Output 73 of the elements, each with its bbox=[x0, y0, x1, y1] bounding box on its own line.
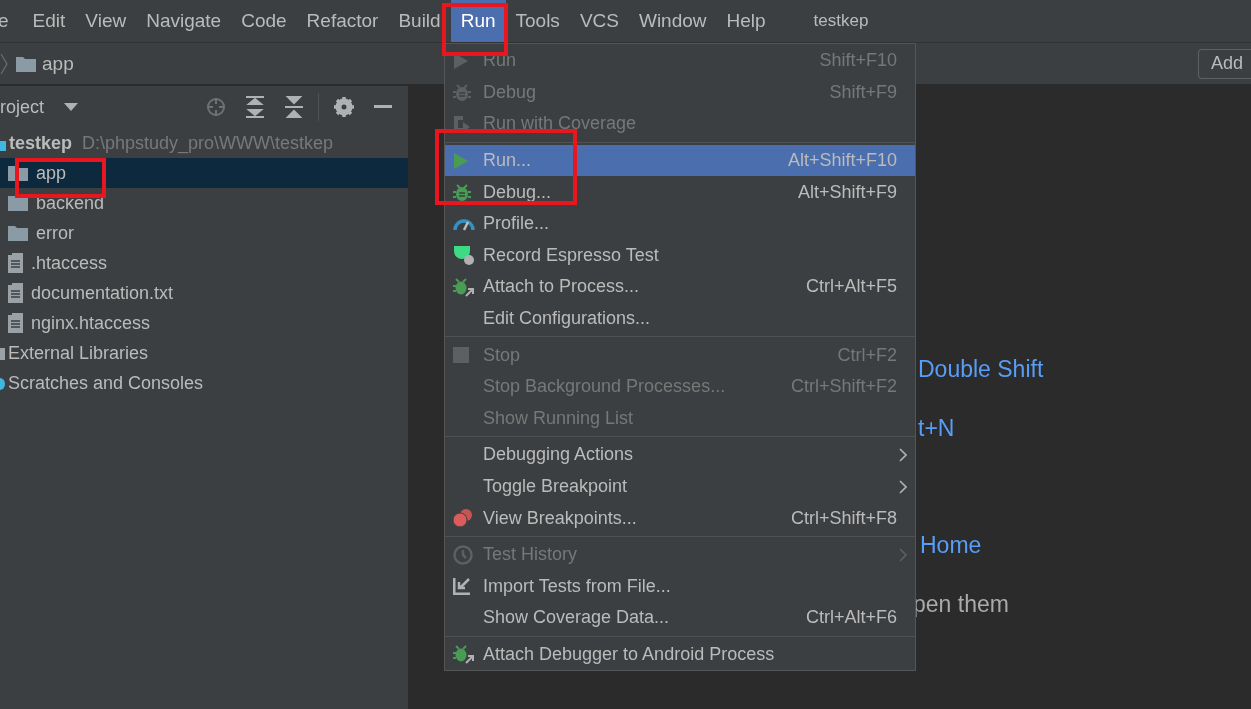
folder-icon bbox=[16, 55, 36, 72]
tree-item[interactable]: testkep D:\phpstudy_pro\WWW\testkep bbox=[0, 128, 408, 158]
menu-item[interactable]: Help bbox=[716, 0, 776, 42]
annotation-frame bbox=[442, 3, 508, 56]
folder-icon bbox=[8, 225, 28, 241]
shortcut-label: Ctrl+F2 bbox=[837, 344, 897, 366]
breadcrumb[interactable]: app bbox=[42, 52, 74, 75]
menu-entry[interactable]: Attach Debugger to Android Process bbox=[445, 638, 915, 671]
cup-icon bbox=[453, 245, 475, 266]
shortcut-label: Ctrl+Shift+F2 bbox=[790, 376, 897, 398]
menu-entry[interactable]: Profile... bbox=[445, 207, 915, 240]
expand-all-icon[interactable] bbox=[245, 96, 265, 118]
shortcut-hint: Double Shift bbox=[918, 355, 1044, 384]
chevron-icon bbox=[0, 52, 8, 75]
tree-item[interactable]: External Libraries bbox=[0, 338, 408, 368]
menu-entry[interactable]: Edit Configurations... bbox=[445, 302, 915, 335]
menu-item[interactable]: Window bbox=[628, 0, 717, 42]
tree-item[interactable]: nginx.htaccess bbox=[0, 308, 408, 338]
scratch-icon bbox=[0, 376, 5, 390]
menu-item[interactable]: Edit bbox=[22, 0, 76, 42]
menu-entry[interactable]: Debugging Actions bbox=[445, 439, 915, 471]
shortcut-label: Alt+Shift+F9 bbox=[797, 181, 897, 203]
shortcut-hint: t+N bbox=[918, 414, 955, 443]
tree-item[interactable]: Scratches and Consoles bbox=[0, 368, 408, 398]
shortcut-label: Ctrl+Alt+F6 bbox=[805, 607, 897, 629]
clock-icon bbox=[453, 544, 473, 565]
tree-item[interactable]: .htaccess bbox=[0, 248, 408, 278]
stop-icon bbox=[453, 347, 469, 364]
menu-entry[interactable]: Toggle Breakpoint bbox=[445, 470, 915, 503]
file-icon bbox=[8, 313, 23, 333]
bug-arrow-icon bbox=[453, 644, 475, 665]
shortcut-label: Ctrl+Shift+F8 bbox=[790, 507, 897, 529]
shortcut-label: Shift+F9 bbox=[829, 81, 897, 103]
menu-entry[interactable]: Show Coverage Data... Ctrl+Alt+F6 bbox=[445, 602, 915, 634]
dropdown-icon[interactable] bbox=[64, 103, 78, 111]
settings-icon[interactable] bbox=[334, 97, 354, 117]
bug-arrow-icon bbox=[453, 276, 475, 297]
menu-item[interactable]: View bbox=[75, 0, 137, 42]
menu-item[interactable]: Refactor bbox=[296, 0, 389, 42]
collapse-all-icon[interactable] bbox=[284, 96, 304, 118]
library-icon bbox=[0, 346, 5, 360]
menu-item[interactable]: Tools bbox=[505, 0, 570, 42]
folder-icon bbox=[8, 195, 28, 211]
menu-entry[interactable]: View Breakpoints... Ctrl+Shift+F8 bbox=[445, 502, 915, 534]
window-title: testkep bbox=[813, 10, 869, 32]
gauge-icon bbox=[453, 216, 475, 231]
bug-icon bbox=[453, 182, 471, 203]
tree-item[interactable]: error bbox=[0, 218, 408, 248]
tree-item[interactable]: documentation.txt bbox=[0, 278, 408, 308]
tree-item[interactable]: app bbox=[0, 158, 408, 188]
menu-item[interactable]: Navigate bbox=[136, 0, 232, 42]
file-icon bbox=[8, 253, 23, 273]
tree-item[interactable]: backend bbox=[0, 188, 408, 218]
menu-entry[interactable]: Debug... Alt+Shift+F9 bbox=[445, 176, 915, 208]
menu-entry[interactable]: Import Tests from File... bbox=[445, 570, 915, 603]
minimize-icon[interactable] bbox=[374, 105, 392, 109]
shortcut-hint: Home bbox=[920, 531, 982, 560]
bug-icon bbox=[453, 82, 471, 103]
breakpoints-icon bbox=[453, 509, 473, 528]
shortcut-label: Shift+F10 bbox=[819, 50, 897, 72]
import-icon bbox=[453, 577, 471, 596]
menu-item[interactable]: VCS bbox=[569, 0, 629, 42]
add-button[interactable]: Add bbox=[1197, 48, 1251, 79]
panel-title[interactable]: roject bbox=[0, 96, 44, 118]
play-icon bbox=[453, 151, 469, 170]
shortcut-label: Alt+Shift+F10 bbox=[787, 150, 897, 172]
menu-item[interactable]: Code bbox=[231, 0, 297, 42]
file-icon bbox=[8, 283, 23, 303]
shortcut-label: Ctrl+Alt+F5 bbox=[805, 276, 897, 298]
menu-entry[interactable]: Record Espresso Test bbox=[445, 239, 915, 272]
project-path: D:\phpstudy_pro\WWW\testkep bbox=[82, 132, 334, 154]
menu-item[interactable]: Build bbox=[388, 0, 451, 42]
menu-entry[interactable]: Attach to Process... Ctrl+Alt+F5 bbox=[445, 271, 915, 303]
